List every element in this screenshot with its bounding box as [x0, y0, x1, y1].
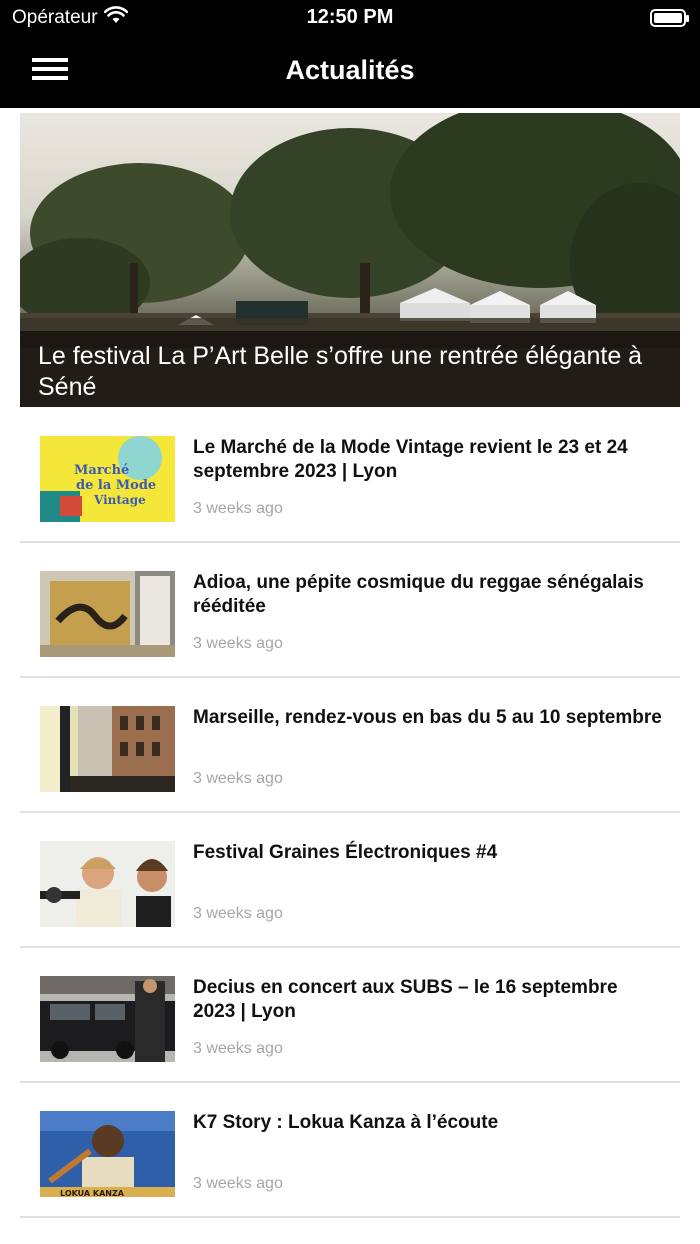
- list-item[interactable]: Marseille, rendez-vous en bas du 5 au 10…: [20, 678, 680, 813]
- article-time: 3 weeks ago: [193, 1040, 283, 1057]
- list-item[interactable]: Adioa, une pépite cosmique du reggae sén…: [20, 543, 680, 678]
- article-title: Marseille, rendez-vous en bas du 5 au 10…: [193, 707, 662, 728]
- article-time: 3 weeks ago: [193, 770, 283, 787]
- page-title: Actualités: [285, 55, 415, 85]
- svg-text:Vintage: Vintage: [93, 493, 146, 507]
- status-time: 12:50 PM: [306, 6, 394, 28]
- svg-text:LOKUA KANZA: LOKUA KANZA: [60, 1189, 125, 1197]
- article-time: 3 weeks ago: [193, 905, 283, 922]
- article-thumbnail: Marché de la Mode Vintage: [40, 436, 175, 522]
- battery-icon: [650, 9, 689, 27]
- svg-text:de la Mode: de la Mode: [76, 478, 156, 493]
- article-list: Marché de la Mode Vintage Le Marché de l…: [20, 408, 680, 1218]
- nav-bar: Actualités: [0, 36, 700, 108]
- featured-article[interactable]: Le festival La P’Art Belle s’offre une r…: [20, 113, 680, 407]
- article-thumbnail: [40, 841, 175, 927]
- article-title: K7 Story : Lokua Kanza à l’écoute: [193, 1112, 499, 1133]
- article-title: Adioa, une pépite cosmique du reggae sén…: [193, 572, 644, 617]
- list-item[interactable]: Decius en concert aux SUBS – le 16 septe…: [20, 948, 680, 1083]
- article-title: Le Marché de la Mode Vintage revient le …: [193, 437, 628, 482]
- svg-text:Marché: Marché: [74, 463, 129, 478]
- article-title: Decius en concert aux SUBS – le 16 septe…: [193, 977, 618, 1022]
- article-thumbnail: [40, 706, 175, 792]
- article-title: Festival Graines Électroniques #4: [193, 842, 498, 863]
- list-item[interactable]: LOKUA KANZA K7 Story : Lokua Kanza à l’é…: [20, 1083, 680, 1218]
- article-time: 3 weeks ago: [193, 1175, 283, 1192]
- article-time: 3 weeks ago: [193, 500, 283, 517]
- list-item[interactable]: Festival Graines Électroniques #4 3 week…: [20, 813, 680, 948]
- list-item[interactable]: Marché de la Mode Vintage Le Marché de l…: [20, 408, 680, 543]
- article-time: 3 weeks ago: [193, 635, 283, 652]
- article-thumbnail: [40, 976, 175, 1062]
- article-thumbnail: [40, 571, 175, 657]
- article-thumbnail: LOKUA KANZA: [40, 1111, 175, 1197]
- hero-title: Le festival La P’Art Belle s’offre une r…: [38, 342, 643, 401]
- status-bar: Opérateur 12:50 PM: [0, 0, 700, 36]
